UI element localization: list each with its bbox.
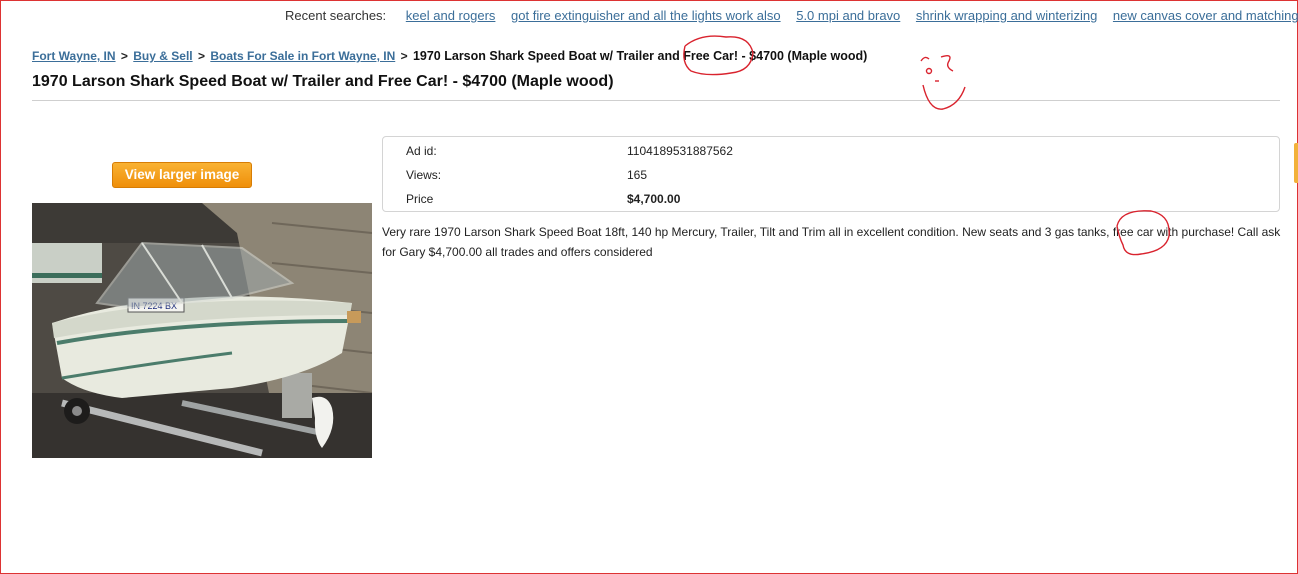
breadcrumb: Fort Wayne, IN > Buy & Sell > Boats For …: [32, 49, 867, 63]
views-value: 165: [627, 168, 648, 182]
view-larger-image-button[interactable]: View larger image: [112, 162, 252, 188]
price-row: Price $4,700.00: [406, 192, 680, 206]
breadcrumb-link-buy-sell[interactable]: Buy & Sell: [133, 49, 192, 63]
breadcrumb-separator: >: [400, 49, 408, 63]
ad-details-box: Ad id: 1104189531887562 Views: 165 Price $4…: [382, 136, 1280, 212]
boat-photo[interactable]: IN 7224 BX: [32, 203, 372, 458]
recent-searches: Recent searches: keel and rogers got fir…: [285, 8, 1298, 23]
breadcrumb-separator: >: [197, 49, 205, 63]
boat-photo-illustration: IN 7224 BX: [32, 203, 372, 458]
title-divider: [32, 100, 1280, 101]
ad-id-value: 1104189531887562: [627, 144, 733, 158]
recent-search-link[interactable]: 5.0 mpi and bravo: [796, 8, 900, 23]
views-label: Views:: [406, 168, 442, 182]
breadcrumb-current: 1970 Larson Shark Speed Boat w/ Trailer …: [412, 49, 868, 63]
page-title: 1970 Larson Shark Speed Boat w/ Trailer …: [32, 73, 614, 90]
annotation-smiley: [920, 54, 966, 110]
breadcrumb-link-boats[interactable]: Boats For Sale in Fort Wayne, IN: [210, 49, 395, 63]
ad-id-row: Ad id: 1104189531887562: [406, 144, 733, 158]
price-label: Price: [406, 192, 434, 206]
views-row: Views: 165: [406, 168, 647, 182]
price-value: $4,700.00: [627, 192, 681, 206]
recent-search-link[interactable]: keel and rogers: [406, 8, 496, 23]
side-tab[interactable]: [1294, 143, 1298, 183]
recent-searches-label: Recent searches:: [285, 8, 387, 23]
ad-description: Very rare 1970 Larson Shark Speed Boat 1…: [382, 225, 1281, 259]
recent-search-link[interactable]: got fire extinguisher and all the lights…: [511, 8, 781, 23]
ad-id-label: Ad id:: [406, 144, 437, 158]
breadcrumb-link-city[interactable]: Fort Wayne, IN: [32, 49, 116, 63]
breadcrumb-separator: >: [120, 49, 128, 63]
recent-search-link[interactable]: shrink wrapping and winterizing: [916, 8, 1097, 23]
recent-search-link[interactable]: new canvas cover and matching: [1113, 8, 1298, 23]
